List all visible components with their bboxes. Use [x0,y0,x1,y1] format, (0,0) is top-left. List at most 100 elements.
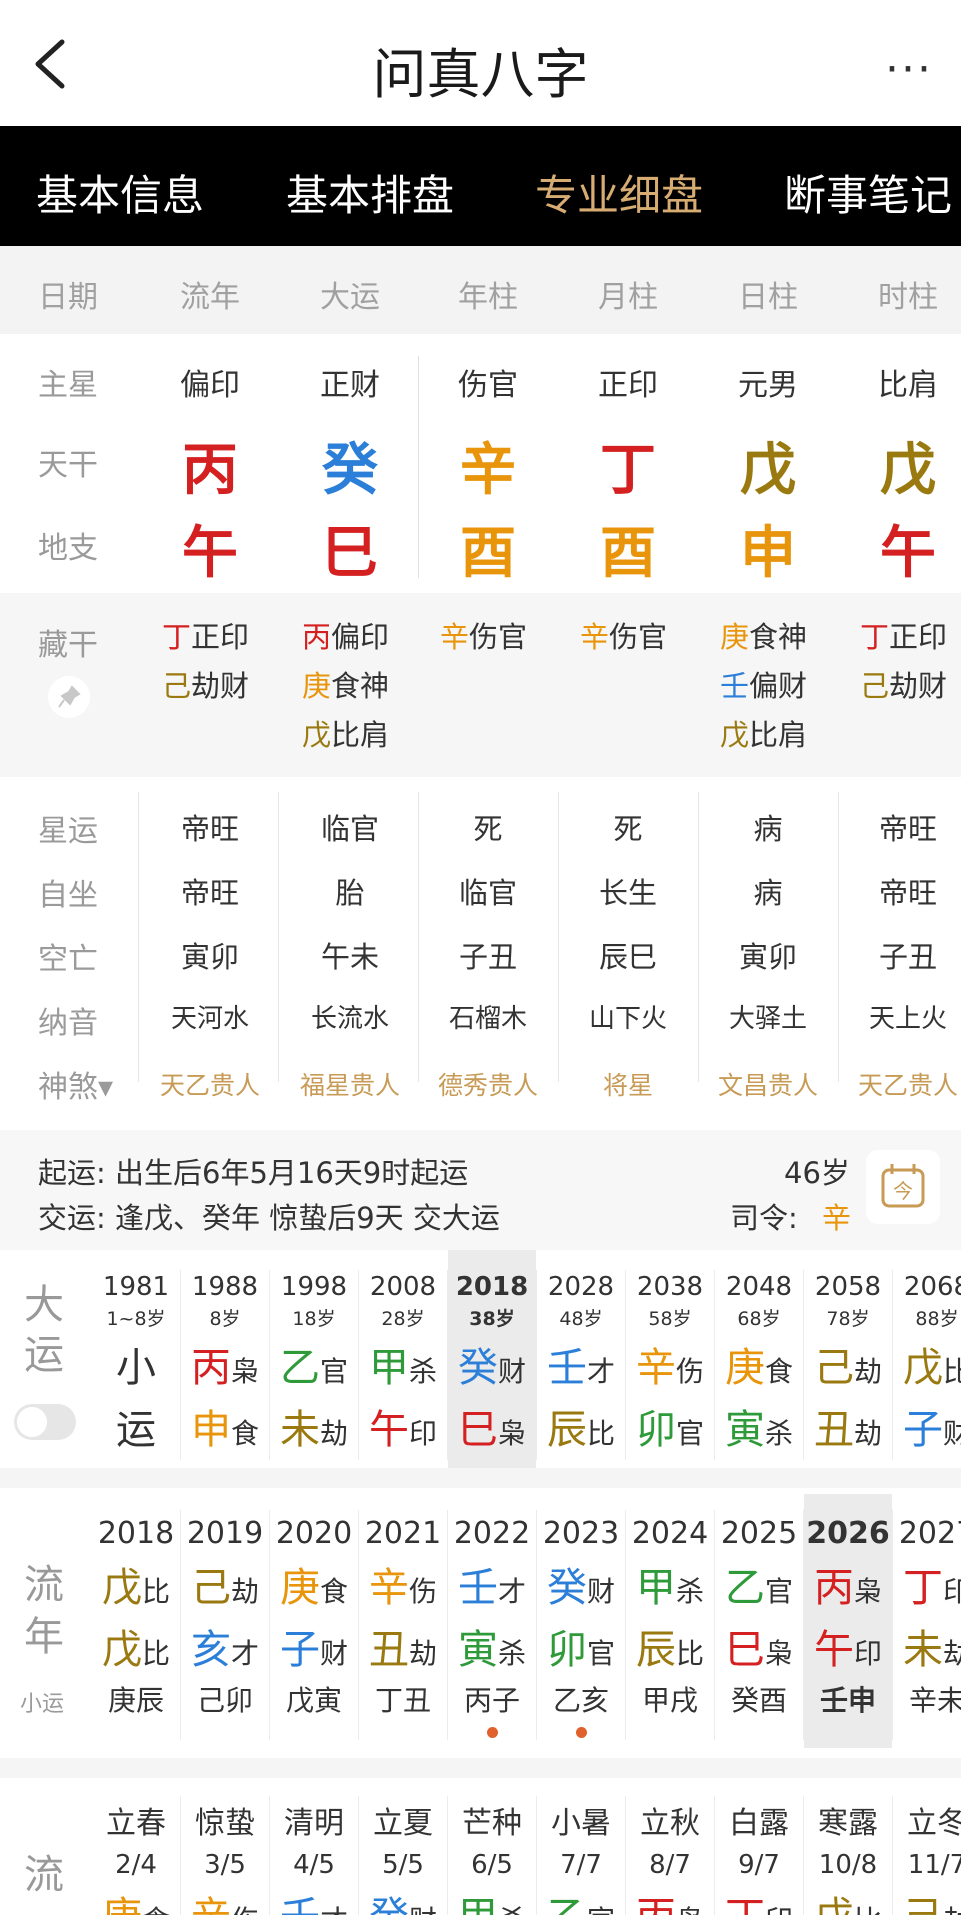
more-options-icon[interactable]: ··· [885,44,933,95]
shensha-cell[interactable]: 天乙贵人 [140,1066,280,1102]
label-main-star: 主星 [38,368,98,403]
dayun-gan-god: 官 [319,1355,348,1388]
dayun-item[interactable]: 2018 38岁 癸财 巳枭 [448,1250,536,1470]
liunian-gan: 甲杀 [626,1555,714,1613]
liuyue-item[interactable]: 立秋 8/7 丙枭 [626,1780,714,1915]
canggan-god: 偏财 [749,669,808,703]
main-star: 比肩 [878,368,938,403]
liuyue-item[interactable]: 清明 4/5 壬才 [270,1780,358,1915]
liuyue-item[interactable]: 小暑 7/7 乙官 [537,1780,625,1915]
divider [269,1796,270,1915]
shensha-cell[interactable]: 将星 [558,1066,698,1102]
dayun-item[interactable]: 1981 1~8岁小运 [92,1250,180,1470]
liunian-gan-char: 丙 [813,1565,854,1611]
tab-notes[interactable]: 断事笔记 [784,162,952,223]
liuyue-item[interactable]: 立夏 5/5 癸财 [359,1780,447,1915]
dayun-item[interactable]: 2028 48岁 壬才 辰比 [537,1250,625,1470]
liunian-item[interactable]: 2020 庚食 子财 戊寅 [270,1494,358,1748]
shensha-cell[interactable]: 天乙贵人 [838,1066,961,1102]
liuyue-item[interactable]: 立冬 11/7 己劫 [893,1780,961,1915]
solar-term: 寒露 [818,1806,878,1841]
liuyue-item[interactable]: 惊蛰 3/5 辛伤 [181,1780,269,1915]
dayun-zhi: 午印 [359,1397,447,1455]
divider [447,1796,448,1915]
solar-term: 芒种 [462,1806,522,1841]
shensha-cell[interactable]: 福星贵人 [280,1066,420,1102]
canggan-item: 壬偏财 [720,662,838,711]
canggan-item: 己劫财 [162,662,280,711]
header-date: 日期 [38,280,98,315]
liuyue-item[interactable]: 芒种 6/5 甲杀 [448,1780,536,1915]
liunian-year: 2027 [898,1516,961,1551]
dayun-item[interactable]: 2058 78岁 己劫 丑劫 [804,1250,892,1470]
label-kongwang: 空亡 [38,942,98,977]
liunian-item[interactable]: 2022 壬才 寅杀 丙子 [448,1494,536,1748]
dayun-gan-char: 辛 [635,1345,676,1391]
liunian-item[interactable]: 2023 癸财 卯官 乙亥 [537,1494,625,1748]
liuyue-gan-char: 己 [903,1894,943,1915]
dayun-zhi-char: 巳 [457,1407,498,1453]
liunian-gan-char: 壬 [457,1565,498,1611]
shensha-dropdown[interactable]: 神煞▾ [38,1062,113,1106]
dayun-gan-char: 丙 [190,1345,231,1391]
column-header: 月柱 [598,280,658,315]
page-title: 问真八字 [372,43,589,106]
divider [418,356,419,578]
today-calendar-button[interactable]: 今 [866,1150,940,1224]
canggan-stem: 庚 [302,669,332,703]
column-header: 流年 [180,280,240,315]
xiaoyun-char: 运 [116,1407,156,1453]
liunian-year: 2025 [720,1516,798,1551]
liunian-zhi-god: 印 [853,1637,882,1670]
section-separator [0,1758,961,1778]
liunian-item[interactable]: 2025 乙官 巳枭 癸酉 [715,1494,803,1748]
liunian-item[interactable]: 2021 辛伤 丑劫 丁丑 [359,1494,447,1748]
divider [803,1510,804,1740]
dayun-item[interactable]: 2008 28岁 甲杀 午印 [359,1250,447,1470]
xiaoyun-label: 小运 [20,1692,65,1717]
divider [625,1510,626,1740]
dayun-age: 58岁 [648,1308,692,1330]
dayun-year: 2028 [547,1272,615,1302]
dayun-item[interactable]: 2038 58岁 辛伤 卯官 [626,1250,714,1470]
liunian-item[interactable]: 2024 甲杀 辰比 甲戌 [626,1494,714,1748]
liunian-item[interactable]: 2018 戊比 戊比 庚辰 [92,1494,180,1748]
liuyue-gan-char: 甲 [458,1894,498,1915]
tab-pro-chart[interactable]: 专业细盘 [535,162,703,223]
liuyue-gan-god: 食 [142,1904,170,1915]
liunian-item[interactable]: 2026 丙枭 午印 壬申 [804,1494,892,1748]
dayun-item[interactable]: 1988 8岁 丙枭 申食 [181,1250,269,1470]
xiaoyun-toggle[interactable] [14,1404,76,1440]
dayun-year: 1998 [280,1272,348,1302]
dayun-gan-god: 才 [586,1355,615,1388]
liunian-item[interactable]: 2027 丁印未劫辛未 [893,1494,961,1748]
tab-basic-info[interactable]: 基本信息 [36,162,204,223]
liuyue-item[interactable]: 立春 2/4 庚食 [92,1780,180,1915]
dayun-year: 1981 [102,1272,170,1302]
liuyue-gan-god: 比 [854,1904,882,1915]
liunian-gan: 辛伤 [359,1555,447,1613]
dayun-zhi: 寅杀 [715,1397,803,1455]
dayun-item[interactable]: 2068 88岁戊比子财 [893,1250,961,1470]
tab-basic-chart[interactable]: 基本排盘 [286,162,454,223]
nayin-cell: 天河水 [170,1004,249,1034]
qiyun-jiaoyun: 交运: 逢戊、癸年 惊蛰后9天 交大运 [38,1201,500,1235]
liunian-zhi-char: 午 [813,1627,854,1673]
liunian-year: 2021 [364,1516,442,1551]
liuyue-item[interactable]: 白露 9/7 丁印 [715,1780,803,1915]
divider [714,1270,715,1460]
term-date: 10/8 [818,1850,878,1880]
current-age: 46岁 [784,1156,850,1190]
term-date: 4/5 [293,1850,335,1880]
canggan-stem: 己 [162,669,192,703]
dayun-item[interactable]: 2048 68岁 庚食 寅杀 [715,1250,803,1470]
liunian-zhi-god: 枭 [764,1637,793,1670]
shensha-cell[interactable]: 德秀贵人 [418,1066,558,1102]
dayun-item[interactable]: 1998 18岁 乙官 未劫 [270,1250,358,1470]
liuyue-item[interactable]: 寒露 10/8 戊比 [804,1780,892,1915]
shensha-cell[interactable]: 文昌贵人 [698,1066,838,1102]
pin-icon[interactable] [48,676,90,718]
liunian-item[interactable]: 2019 己劫 亥才 己卯 [181,1494,269,1748]
tiangan-char: 戊 [880,438,936,503]
dayun-zhi-char: 寅 [724,1407,765,1453]
